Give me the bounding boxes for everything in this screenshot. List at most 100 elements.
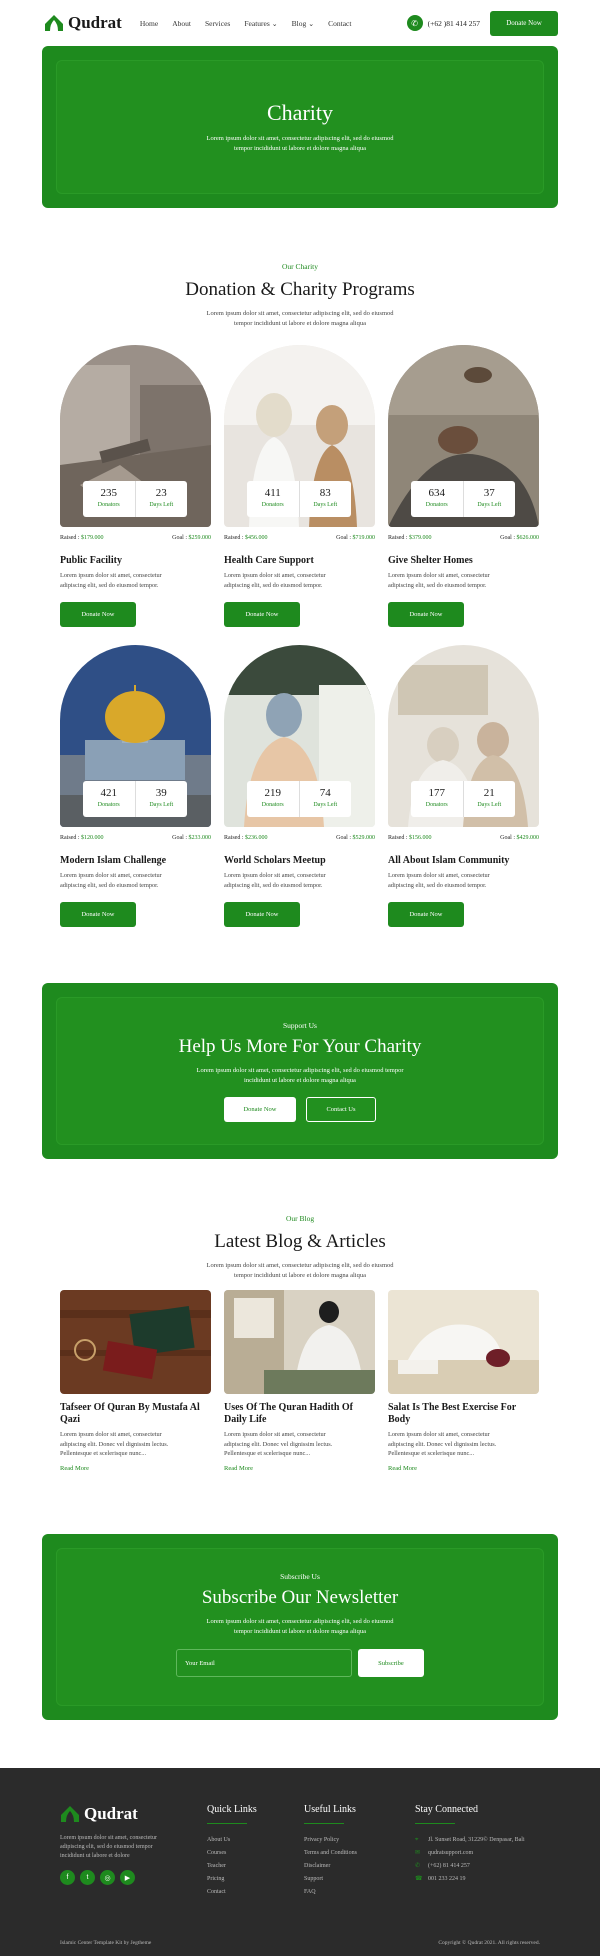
subscribe-button[interactable]: Subscribe (358, 1649, 424, 1677)
support-sub-line-2: incididunt ut labore et dolore magna ali… (244, 1077, 356, 1084)
goal-label: Goal : (500, 535, 515, 541)
donators-count: 235 (100, 487, 118, 499)
blog-post-title[interactable]: Salat Is The Best Exercise For Body (388, 1402, 539, 1426)
blog-image-hadith[interactable] (224, 1290, 375, 1394)
goal-label: Goal : (336, 535, 351, 541)
hero-content: Charity Lorem ipsum dolor sit amet, cons… (42, 46, 558, 154)
contact-fax: ☎ 001 233 224 19 (415, 1873, 525, 1886)
footer-logo[interactable]: Qudrat (60, 1804, 138, 1824)
read-more-link[interactable]: Read More (388, 1465, 539, 1472)
quick-links-title: Quick Links (207, 1804, 257, 1815)
footer-link-terms[interactable]: Terms and Conditions (304, 1847, 357, 1860)
contact-phone[interactable]: ✆ (+62) 81 414 257 (415, 1860, 525, 1873)
read-more-link[interactable]: Read More (224, 1465, 375, 1472)
footer-link-contact[interactable]: Contact (207, 1886, 257, 1899)
mosque-logo-icon (61, 1806, 79, 1822)
program-desc-line-2: adipiscing elit, sed do eiusmod tempor. (388, 881, 487, 889)
program-desc-line-1: Lorem ipsum dolor sit amet, consectetur (388, 872, 490, 879)
program-title[interactable]: Give Shelter Homes (388, 555, 539, 566)
menu-item-blog[interactable]: Blog ⌄ (292, 19, 314, 28)
footer-link-faq[interactable]: FAQ (304, 1886, 357, 1899)
blog-desc-line-3: Pellentesque et scelerisque nunc... (388, 1450, 475, 1457)
instagram-icon[interactable]: ◎ (100, 1870, 115, 1885)
donate-now-button[interactable]: Donate Now (224, 902, 300, 927)
program-stats: 219 Donators 74 Days Left (247, 781, 351, 817)
goal-amount: Goal : $529.000 (336, 835, 375, 841)
goal-value: $429.000 (516, 835, 540, 841)
copyright-text: Copyright © Qudrat 2021. All rights rese… (438, 1940, 540, 1946)
program-title[interactable]: Modern Islam Challenge (60, 855, 211, 866)
program-stats: 177 Donators 21 Days Left (411, 781, 515, 817)
footer-link-support[interactable]: Support (304, 1873, 357, 1886)
goal-label: Goal : (336, 835, 351, 841)
goal-amount: Goal : $233.000 (172, 835, 211, 841)
goal-value: $529.000 (352, 835, 376, 841)
donate-now-button[interactable]: Donate Now (60, 902, 136, 927)
donators-label: Donators (97, 502, 120, 508)
menu-item-services[interactable]: Services (205, 19, 230, 28)
blog-image-salat[interactable] (388, 1290, 539, 1394)
quick-links-column: Quick Links About Us Courses Teacher Pri… (207, 1804, 257, 1899)
footer-link-about-us[interactable]: About Us (207, 1834, 257, 1847)
donate-now-button[interactable]: Donate Now (224, 602, 300, 627)
donate-now-button[interactable]: Donate Now (388, 902, 464, 927)
blog-eyebrow: Our Blog (285, 1214, 315, 1223)
program-title[interactable]: World Scholars Meetup (224, 855, 375, 866)
blog-desc-line-3: Pellentesque et scelerisque nunc... (60, 1450, 147, 1457)
blog-image-quran[interactable] (60, 1290, 211, 1394)
footer-link-teacher[interactable]: Teacher (207, 1860, 257, 1873)
footer-link-disclaimer[interactable]: Disclaimer (304, 1860, 357, 1873)
menu-item-home[interactable]: Home (140, 19, 158, 28)
program-stats: 411 Donators 83 Days Left (247, 481, 351, 517)
logo[interactable]: Qudrat (44, 13, 122, 33)
days-left-label: Days Left (149, 502, 174, 508)
blog-post-title-line-1: Tafseer Of Quran By Mustafa Al (60, 1402, 200, 1413)
footer-about: Lorem ipsum dolor sit amet, consectetur a… (60, 1834, 160, 1861)
footer-link-pricing[interactable]: Pricing (207, 1873, 257, 1886)
programs-sub-line-2: tempor incididunt ut labore et dolore ma… (234, 320, 366, 327)
support-donate-button[interactable]: Donate Now (224, 1097, 296, 1122)
support-banner: Support Us Help Us More For Your Charity… (42, 983, 558, 1159)
goal-amount: Goal : $259.000 (172, 535, 211, 541)
youtube-icon[interactable]: ▶ (120, 1870, 135, 1885)
menu-item-contact[interactable]: Contact (328, 19, 351, 28)
nav-donate-button[interactable]: Donate Now (490, 10, 558, 36)
support-content: Support Us Help Us More For Your Charity… (42, 983, 558, 1122)
fax-icon: ☎ (415, 1876, 423, 1882)
menu-item-about[interactable]: About (172, 19, 191, 28)
footer-link-privacy[interactable]: Privacy Policy (304, 1834, 357, 1847)
goal-amount: Goal : $626.000 (500, 535, 539, 541)
donate-now-button[interactable]: Donate Now (388, 602, 464, 627)
twitter-icon[interactable]: t (80, 1870, 95, 1885)
donators-count: 634 (428, 487, 446, 499)
donate-now-button[interactable]: Donate Now (60, 602, 136, 627)
contact-email[interactable]: ✉ qudratsupport.com (415, 1847, 525, 1860)
footer-about-line-3: incididunt ut labore et dolore (60, 1853, 130, 1859)
goal-label: Goal : (500, 835, 515, 841)
menu-item-features[interactable]: Features ⌄ (244, 19, 277, 28)
phone-contact[interactable]: ✆ (+62 )81 414 257 (406, 15, 480, 31)
program-title[interactable]: Public Facility (60, 555, 211, 566)
blog-title: Latest Blog & Articles (214, 1231, 386, 1252)
footer-about-line-2: adipiscing elit, sed do eiusmod tempor (60, 1844, 153, 1850)
program-title[interactable]: Health Care Support (224, 555, 375, 566)
blog-post-title-line-2: Qazi (60, 1414, 80, 1425)
stay-connected-column: Stay Connected ⌖ Jl. Sunset Road, 31229© … (415, 1804, 525, 1886)
read-more-link[interactable]: Read More (60, 1465, 211, 1472)
program-image-dome: 421 Donators 39 Days Left (60, 645, 211, 827)
blog-post-title[interactable]: Tafseer Of Quran By Mustafa Al Qazi (60, 1402, 211, 1426)
funding-row: Raised : $120.000 Goal : $233.000 (60, 835, 211, 841)
contact-us-button[interactable]: Contact Us (306, 1097, 376, 1122)
page-title: Charity (267, 100, 333, 125)
email-input[interactable]: Your Email (176, 1649, 352, 1677)
raised-value: $156.000 (409, 835, 432, 841)
programs-eyebrow: Our Charity (281, 262, 319, 271)
blog-post-title[interactable]: Uses Of The Quran Hadith Of Daily Life (224, 1402, 375, 1426)
divider (415, 1823, 455, 1824)
footer-link-courses[interactable]: Courses (207, 1847, 257, 1860)
facebook-icon[interactable]: f (60, 1870, 75, 1885)
program-title[interactable]: All About Islam Community (388, 855, 539, 866)
support-eyebrow: Support Us (283, 1021, 317, 1030)
support-title: Help Us More For Your Charity (178, 1036, 422, 1057)
program-desc-line-2: adipiscing elit, sed do eiusmod tempor. (224, 581, 323, 589)
